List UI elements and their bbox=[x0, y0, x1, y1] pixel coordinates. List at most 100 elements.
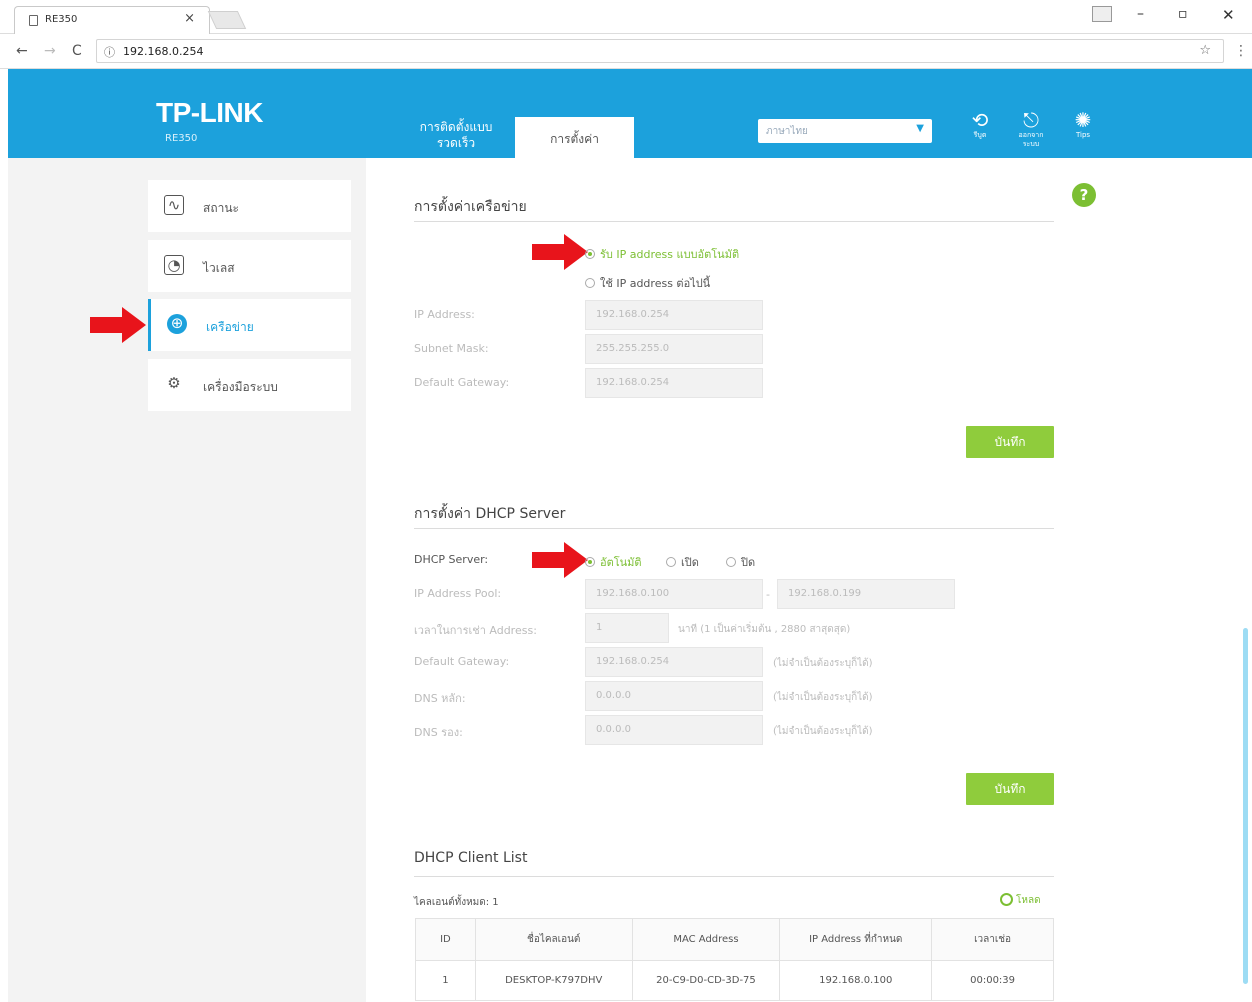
chevron-down-icon: ▼ bbox=[916, 123, 924, 134]
dhcp-gateway-hint: (ไม่จำเป็นต้องระบุก็ได้) bbox=[773, 658, 873, 669]
page-scrollbar[interactable] bbox=[1243, 628, 1248, 984]
network-settings-title: การตั้งค่าเครือข่าย bbox=[414, 199, 527, 215]
tab-close-icon[interactable]: × bbox=[184, 11, 195, 26]
page-favicon-icon bbox=[29, 15, 38, 26]
column-header: ชื่อไคลเอนต์ bbox=[474, 918, 633, 961]
sidebar-item-label: เครื่องมือระบบ bbox=[203, 380, 278, 394]
radio-dhcp-on[interactable]: เปิด bbox=[666, 553, 699, 571]
table-cell: 192.168.0.100 bbox=[779, 960, 933, 1001]
red-arrow-icon bbox=[532, 234, 588, 270]
lease-time-label: เวลาในการเช่า Address: bbox=[414, 624, 537, 637]
gear-icon: ⚙ bbox=[167, 374, 181, 392]
client-table: ID ชื่อไคลเอนต์ MAC Address IP Address ท… bbox=[415, 918, 1054, 1001]
tips-button[interactable]: ✺ Tips bbox=[1065, 109, 1101, 140]
tips-label: Tips bbox=[1075, 131, 1091, 139]
new-tab-button[interactable] bbox=[207, 11, 247, 29]
browser-menu-icon[interactable]: ⋮ bbox=[1234, 43, 1248, 59]
sidebar-item-wireless[interactable]: ◔ ไวเลส bbox=[148, 240, 351, 292]
dhcp-server-label: DHCP Server: bbox=[414, 553, 489, 566]
logout-label: ออกจากระบบ bbox=[1018, 131, 1044, 148]
sidebar-item-status[interactable]: ∿ สถานะ bbox=[148, 180, 351, 232]
refresh-button[interactable]: โหลด bbox=[1000, 893, 1041, 908]
sidebar-item-label: สถานะ bbox=[203, 201, 239, 215]
primary-dns-field[interactable]: 0.0.0.0 bbox=[585, 681, 763, 711]
network-globe-icon: ⊕ bbox=[167, 314, 187, 334]
dhcp-gateway-field[interactable]: 192.168.0.254 bbox=[585, 647, 763, 677]
refresh-icon bbox=[1000, 893, 1013, 906]
back-button[interactable]: ← bbox=[16, 43, 28, 59]
table-cell: 00:00:39 bbox=[931, 960, 1054, 1001]
lease-time-field[interactable]: 1 bbox=[585, 613, 669, 643]
tips-icon: ✺ bbox=[1074, 108, 1092, 132]
browser-toolbar: ← → C ⓘ 192.168.0.254 ☆ ⋮ bbox=[0, 35, 1252, 69]
column-header: IP Address ที่กำหนด bbox=[779, 918, 933, 961]
table-cell: 20-C9-D0-CD-3D-75 bbox=[631, 960, 781, 1001]
reload-button[interactable]: C bbox=[72, 43, 82, 59]
radio-static-ip[interactable]: ใช้ IP address ต่อไปนี้ bbox=[585, 274, 710, 292]
wireless-icon: ◔ bbox=[164, 255, 184, 275]
dhcp-gateway-label: Default Gateway: bbox=[414, 655, 510, 668]
sidebar-item-network[interactable]: ⊕ เครือข่าย bbox=[148, 299, 351, 351]
ip-address-field[interactable]: 192.168.0.254 bbox=[585, 300, 763, 330]
radio-dhcp-off[interactable]: ปิด bbox=[726, 553, 755, 571]
forward-button[interactable]: → bbox=[44, 43, 56, 59]
sidebar: ∿ สถานะ ◔ ไวเลส ⊕ เครือข่าย ⚙ เครื่องมือ… bbox=[8, 158, 366, 1002]
profile-icon[interactable] bbox=[1092, 6, 1112, 22]
column-header: MAC Address bbox=[631, 918, 781, 961]
ip-pool-label: IP Address Pool: bbox=[414, 587, 502, 600]
column-header: เวลาเช่อ bbox=[931, 918, 1054, 961]
secondary-dns-label: DNS รอง: bbox=[414, 726, 463, 739]
divider bbox=[414, 528, 1054, 529]
primary-dns-hint: (ไม่จำเป็นต้องระบุก็ได้) bbox=[773, 692, 873, 703]
default-gateway-label: Default Gateway: bbox=[414, 376, 510, 389]
radio-dot[interactable] bbox=[585, 557, 595, 567]
logout-button[interactable]: ⎋ ออกจากระบบ bbox=[1013, 109, 1049, 149]
ip-pool-end-field[interactable]: 192.168.0.199 bbox=[777, 579, 955, 609]
tp-link-logo: TP-LINK bbox=[156, 97, 263, 128]
reboot-button[interactable]: ⟲ รีบูต bbox=[962, 109, 998, 140]
radio-dot[interactable] bbox=[726, 557, 736, 567]
reboot-label: รีบูต bbox=[973, 131, 987, 139]
router-header: TP-LINK RE350 การติดตั้งแบบรวดเร็ว การตั… bbox=[8, 69, 1252, 158]
window-minimize-button[interactable]: – bbox=[1137, 6, 1144, 22]
client-count: ไคลเอนต์ทั้งหมด: 1 bbox=[414, 897, 499, 908]
window-maximize-button[interactable]: ▫ bbox=[1178, 6, 1188, 22]
tab-quick-setup[interactable]: การติดตั้งแบบรวดเร็ว bbox=[406, 119, 506, 151]
secondary-dns-field[interactable]: 0.0.0.0 bbox=[585, 715, 763, 745]
client-list-title: DHCP Client List bbox=[414, 850, 528, 866]
browser-tabstrip: RE350 × – ▫ ✕ bbox=[0, 0, 1252, 34]
radio-dhcp-auto[interactable]: อัตโนมัติ bbox=[585, 553, 642, 571]
subnet-mask-field[interactable]: 255.255.255.0 bbox=[585, 334, 763, 364]
tab-title: RE350 bbox=[45, 14, 78, 25]
red-arrow-icon bbox=[90, 307, 146, 343]
language-select[interactable]: ภาษาไทย ▼ bbox=[758, 119, 932, 143]
sidebar-item-label: เครือข่าย bbox=[206, 320, 254, 334]
tab-settings[interactable]: การตั้งค่า bbox=[515, 117, 634, 158]
window-close-button[interactable]: ✕ bbox=[1222, 6, 1235, 24]
save-network-button[interactable]: บันทึก bbox=[966, 426, 1054, 458]
sidebar-item-system-tools[interactable]: ⚙ เครื่องมือระบบ bbox=[148, 359, 351, 411]
browser-tab[interactable]: RE350 × bbox=[14, 6, 210, 34]
sidebar-item-label: ไวเลส bbox=[203, 261, 235, 275]
radio-auto-ip[interactable]: รับ IP address แบบอัตโนมัติ bbox=[585, 245, 739, 263]
radio-dot[interactable] bbox=[585, 278, 595, 288]
model-name: RE350 bbox=[165, 133, 198, 144]
primary-dns-label: DNS หลัก: bbox=[414, 692, 466, 705]
table-cell: DESKTOP-K797DHV bbox=[474, 960, 633, 1001]
secondary-dns-hint: (ไม่จำเป็นต้องระบุก็ได้) bbox=[773, 726, 873, 737]
bookmark-star-icon[interactable]: ☆ bbox=[1199, 43, 1211, 58]
address-bar[interactable]: ⓘ 192.168.0.254 ☆ bbox=[96, 39, 1224, 63]
save-dhcp-button[interactable]: บันทึก bbox=[966, 773, 1054, 805]
column-header: ID bbox=[415, 918, 476, 961]
help-icon[interactable]: ? bbox=[1072, 183, 1096, 207]
url-text[interactable]: 192.168.0.254 bbox=[123, 45, 203, 58]
ip-pool-start-field[interactable]: 192.168.0.100 bbox=[585, 579, 763, 609]
site-info-icon[interactable]: ⓘ bbox=[104, 44, 115, 60]
subnet-mask-label: Subnet Mask: bbox=[414, 342, 489, 355]
language-select-value: ภาษาไทย bbox=[766, 126, 808, 137]
default-gateway-field[interactable]: 192.168.0.254 bbox=[585, 368, 763, 398]
radio-dot[interactable] bbox=[585, 249, 595, 259]
radio-dot[interactable] bbox=[666, 557, 676, 567]
logout-icon: ⎋ bbox=[1023, 108, 1039, 132]
table-cell: 1 bbox=[415, 960, 476, 1001]
